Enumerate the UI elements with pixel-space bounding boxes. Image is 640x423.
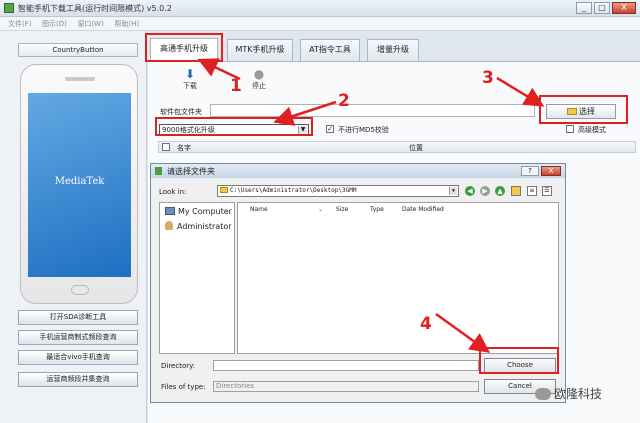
watermark-text: 欧隆科技 xyxy=(554,387,603,401)
annotation-arrow-4 xyxy=(435,312,491,353)
watermark: 欧隆科技 xyxy=(535,385,602,402)
annotation-arrow-3 xyxy=(496,76,545,107)
annotation-arrow-1 xyxy=(197,58,241,81)
annotation-arrows xyxy=(197,58,545,353)
annotation-arrow-2 xyxy=(273,100,337,126)
wechat-icon xyxy=(535,388,551,400)
